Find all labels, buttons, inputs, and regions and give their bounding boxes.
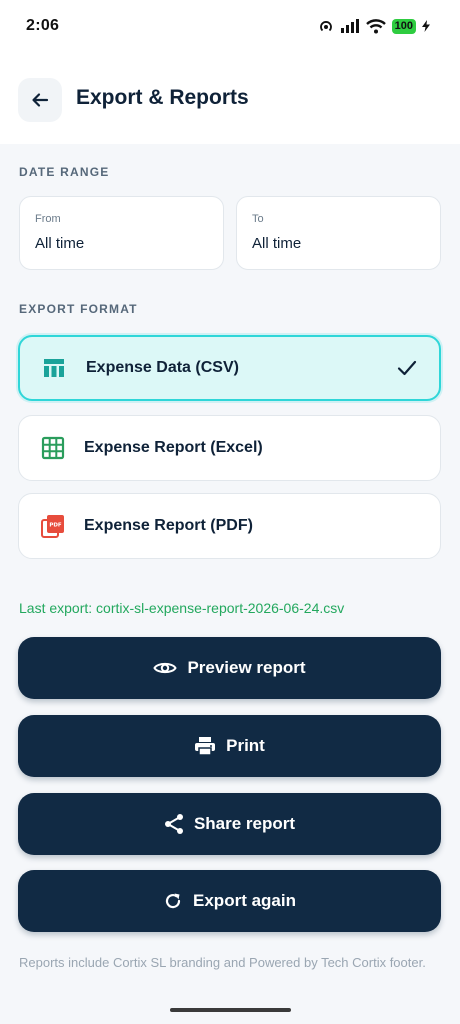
date-from-label: From [35, 213, 61, 225]
charging-icon [422, 20, 430, 32]
hotspot-icon [319, 21, 332, 32]
status-icons: 100 [318, 18, 430, 34]
export-format-label: EXPORT FORMAT [19, 302, 138, 316]
share-report-label: Share report [193, 814, 296, 833]
arrow-left-icon [32, 93, 49, 107]
spreadsheet-icon [41, 436, 65, 460]
page-title: Export & Reports [76, 86, 249, 109]
back-button[interactable] [18, 78, 62, 122]
export-again-label: Export again [193, 891, 296, 910]
preview-report-label: Preview report [187, 658, 306, 677]
eye-icon [153, 662, 178, 674]
footer-note: Reports include Cortix SL branding and P… [19, 955, 426, 970]
last-export-text: Last export: cortix-sl-expense-report-20… [19, 600, 345, 616]
format-option-excel[interactable]: Expense Report (Excel) [18, 415, 441, 481]
date-to-label: To [252, 213, 264, 225]
date-from-field[interactable]: From All time [19, 196, 224, 270]
format-option-pdf-label: Expense Report (PDF) [84, 517, 253, 534]
status-time: 2:06 [26, 17, 60, 34]
print-button[interactable]: Print [18, 715, 441, 777]
pdf-icon: PDF [41, 515, 64, 538]
wifi-icon [365, 18, 386, 33]
print-label: Print [226, 736, 265, 755]
export-again-button[interactable]: Export again [18, 870, 441, 932]
table-icon [44, 359, 64, 377]
battery-indicator: 100 [391, 18, 416, 34]
format-option-csv-label: Expense Data (CSV) [86, 359, 239, 376]
signal-icon [340, 19, 359, 33]
share-report-button[interactable]: Share report [18, 793, 441, 855]
check-icon [397, 360, 417, 376]
svg-text:PDF: PDF [49, 523, 62, 529]
date-range-label: DATE RANGE [19, 165, 110, 179]
format-option-pdf[interactable]: PDF Expense Report (PDF) [18, 493, 441, 559]
date-to-field[interactable]: To All time [236, 196, 441, 270]
format-option-excel-label: Expense Report (Excel) [84, 439, 263, 456]
refresh-icon [165, 893, 181, 909]
format-option-csv[interactable]: Expense Data (CSV) [18, 335, 441, 401]
share-icon [164, 814, 183, 834]
date-to-value: All time [252, 235, 302, 252]
preview-report-button[interactable]: Preview report [18, 637, 441, 699]
status-bar: 2:06 100 [0, 0, 460, 56]
home-indicator[interactable] [170, 1008, 291, 1012]
date-from-value: All time [35, 235, 85, 252]
printer-icon [195, 737, 216, 756]
app-header: Export & Reports [0, 56, 460, 144]
